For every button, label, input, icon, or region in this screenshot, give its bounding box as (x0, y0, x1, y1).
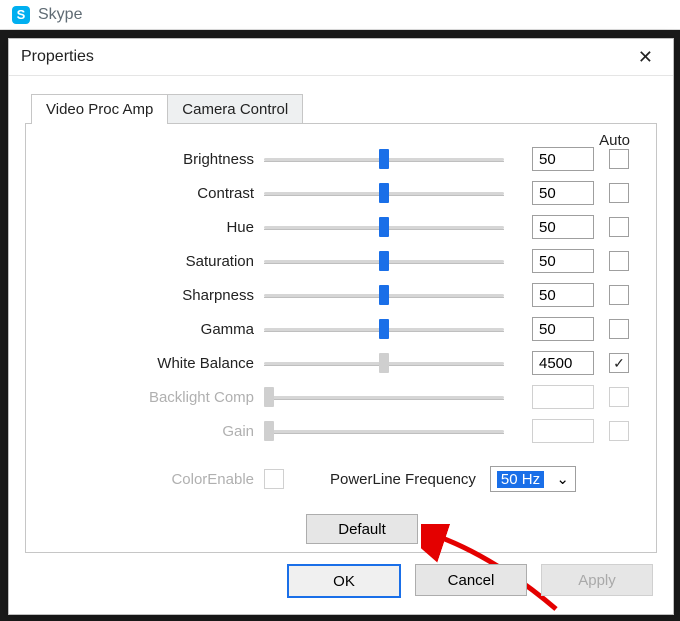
slider-track[interactable] (264, 322, 504, 336)
colorenable-label: ColorEnable (46, 471, 264, 488)
slider-thumb[interactable] (379, 353, 389, 373)
value-box (532, 385, 594, 409)
row-backlight-comp: Backlight Comp (46, 380, 636, 414)
row-gamma: Gamma 50 (46, 312, 636, 346)
ok-button[interactable]: OK (287, 564, 401, 598)
slider-track[interactable] (264, 288, 504, 302)
slider-thumb[interactable] (379, 319, 389, 339)
slider-label: Brightness (46, 151, 264, 168)
row-hue: Hue 50 (46, 210, 636, 244)
tab-camera-control[interactable]: Camera Control (167, 94, 303, 124)
auto-checkbox[interactable] (609, 251, 629, 271)
apply-button: Apply (541, 564, 653, 596)
powerline-value: 50 Hz (497, 471, 544, 488)
value-box[interactable]: 50 (532, 181, 594, 205)
slider-label: Contrast (46, 185, 264, 202)
auto-checkbox (609, 387, 629, 407)
value-box[interactable]: 50 (532, 283, 594, 307)
cancel-button[interactable]: Cancel (415, 564, 527, 596)
tab-strip: Video Proc Amp Camera Control (31, 94, 673, 124)
row-sharpness: Sharpness 50 (46, 278, 636, 312)
dialog-title-text: Properties (21, 48, 94, 66)
slider-track[interactable] (264, 220, 504, 234)
auto-checkbox (609, 421, 629, 441)
slider-thumb[interactable] (379, 183, 389, 203)
row-gain: Gain (46, 414, 636, 448)
value-box[interactable]: 50 (532, 249, 594, 273)
row-white-balance: White Balance 4500 ✓ (46, 346, 636, 380)
tab-panel: Auto Brightness50Contrast50Hue50Saturati… (25, 123, 657, 553)
close-icon[interactable]: ✕ (630, 45, 661, 70)
slider-thumb (264, 421, 274, 441)
value-box[interactable]: 4500 (532, 351, 594, 375)
slider-label: Sharpness (46, 287, 264, 304)
default-button[interactable]: Default (306, 514, 418, 544)
colorenable-checkbox (264, 469, 284, 489)
auto-checkbox[interactable] (609, 149, 629, 169)
bottom-options-row: ColorEnable PowerLine Frequency 50 Hz ⌄ (46, 466, 636, 492)
slider-track (264, 424, 504, 438)
skype-app-name: Skype (38, 6, 82, 24)
slider-track[interactable] (264, 254, 504, 268)
row-contrast: Contrast 50 (46, 176, 636, 210)
slider-thumb[interactable] (379, 217, 389, 237)
auto-checkbox[interactable] (609, 217, 629, 237)
slider-track (264, 390, 504, 404)
row-brightness: Brightness 50 (46, 142, 636, 176)
slider-label: Hue (46, 219, 264, 236)
slider-label: Gamma (46, 321, 264, 338)
slider-thumb[interactable] (379, 251, 389, 271)
slider-label: Backlight Comp (46, 389, 264, 406)
properties-dialog: Properties ✕ Video Proc Amp Camera Contr… (8, 38, 674, 615)
slider-track[interactable] (264, 356, 504, 370)
slider-track[interactable] (264, 152, 504, 166)
auto-column-header: Auto (599, 132, 630, 149)
auto-checkbox[interactable] (609, 183, 629, 203)
slider-label: Gain (46, 423, 264, 440)
value-box[interactable]: 50 (532, 317, 594, 341)
slider-thumb[interactable] (379, 285, 389, 305)
dialog-buttons: OK Cancel Apply (287, 564, 653, 598)
auto-checkbox[interactable] (609, 319, 629, 339)
value-box (532, 419, 594, 443)
value-box[interactable]: 50 (532, 147, 594, 171)
skype-logo-icon: S (12, 6, 30, 24)
dialog-titlebar: Properties ✕ (9, 39, 673, 76)
powerline-label: PowerLine Frequency (330, 471, 476, 488)
slider-thumb[interactable] (379, 149, 389, 169)
slider-thumb (264, 387, 274, 407)
auto-checkbox[interactable]: ✓ (609, 353, 629, 373)
auto-checkbox[interactable] (609, 285, 629, 305)
chevron-down-icon: ⌄ (556, 470, 569, 488)
slider-label: White Balance (46, 355, 264, 372)
skype-titlebar: S Skype (0, 0, 680, 30)
slider-track[interactable] (264, 186, 504, 200)
row-saturation: Saturation 50 (46, 244, 636, 278)
value-box[interactable]: 50 (532, 215, 594, 239)
powerline-select[interactable]: 50 Hz ⌄ (490, 466, 576, 492)
slider-label: Saturation (46, 253, 264, 270)
tab-video-proc-amp[interactable]: Video Proc Amp (31, 94, 168, 124)
